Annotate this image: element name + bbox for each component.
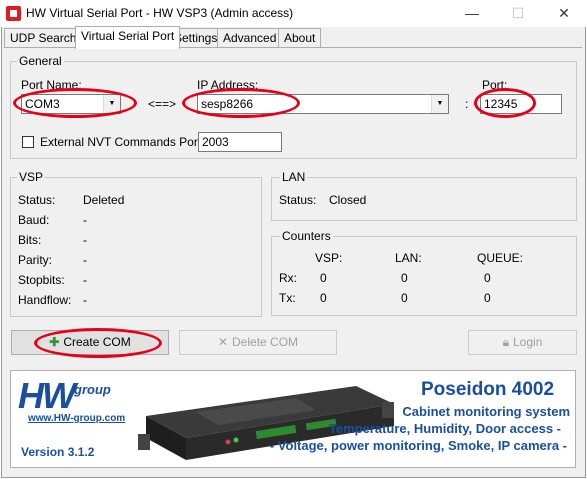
vsp-handflow-label: Handflow:	[18, 293, 72, 307]
vsp-status-value: Deleted	[83, 193, 125, 207]
vsp-legend: VSP	[17, 170, 46, 184]
product-line-3: - Voltage, power monitoring, Smoke, IP c…	[269, 438, 567, 453]
port-name-label: Port Name:	[21, 78, 82, 92]
hw-logo-group: group	[74, 382, 111, 397]
counters-header-lan: LAN:	[395, 251, 422, 265]
advert-banner[interactable]: HW group www.HW-group.com Version 3.1.2 …	[10, 370, 576, 468]
port-label: Port:	[482, 78, 508, 92]
counters-group	[271, 236, 577, 316]
vsp-bits-label: Bits:	[18, 233, 42, 247]
port-input[interactable]: 12345	[480, 94, 562, 114]
ip-address-value: sesp8266	[201, 97, 254, 111]
vsp-stopbits-value: -	[83, 273, 87, 287]
person-add-icon: ✚	[49, 335, 60, 349]
port-name-combo[interactable]: COM3 ▼	[21, 94, 121, 114]
tab-virtual-serial-port[interactable]: Virtual Serial Port	[75, 26, 181, 49]
vsp-parity-value: -	[83, 253, 87, 267]
counters-tx-vsp: 0	[320, 291, 327, 305]
tab-advanced[interactable]: Advanced	[217, 28, 283, 48]
close-button[interactable]: ✕	[541, 0, 587, 27]
tab-udp-search[interactable]: UDP Search	[4, 28, 83, 48]
counters-header-vsp: VSP:	[315, 251, 343, 265]
chevron-down-icon[interactable]: ▼	[103, 95, 120, 113]
lock-icon: 🔒︎	[502, 335, 509, 349]
vsp-handflow-value: -	[83, 293, 87, 307]
hw-logo-letters: HW	[18, 375, 76, 416]
minimize-button[interactable]: —	[449, 0, 495, 27]
counters-rx-lan: 0	[401, 271, 408, 285]
title-bar[interactable]: HW Virtual Serial Port - HW VSP3 (Admin …	[0, 0, 587, 27]
lan-status-label: Status:	[279, 193, 317, 207]
app-icon	[6, 6, 21, 21]
delete-x-icon: ✕	[217, 335, 229, 349]
port-name-value: COM3	[25, 97, 60, 111]
delete-com-button[interactable]: ✕ Delete COM	[179, 330, 337, 355]
ip-address-label: IP Address:	[197, 78, 259, 92]
vsp-status-label: Status:	[18, 193, 56, 207]
port-colon: :	[465, 97, 469, 111]
lan-group	[271, 177, 577, 221]
nvt-checkbox[interactable]	[22, 136, 34, 148]
window-title: HW Virtual Serial Port - HW VSP3 (Admin …	[26, 6, 294, 20]
product-title: Poseidon 4002	[421, 379, 555, 400]
counters-rx-queue: 0	[484, 271, 491, 285]
vsp-stopbits-label: Stopbits:	[18, 273, 65, 287]
delete-com-label: Delete COM	[232, 335, 299, 349]
counters-rx-label: Rx:	[279, 271, 297, 285]
counters-header-queue: QUEUE:	[477, 251, 524, 265]
version-text: Version 3.1.2	[21, 445, 95, 459]
product-line-2: Temperature, Humidity, Door access -	[328, 421, 561, 436]
hw-group-logo: HW group www.HW-group.com	[18, 375, 128, 427]
counters-rx-vsp: 0	[320, 271, 327, 285]
login-button[interactable]: 🔒︎ Login	[468, 330, 577, 355]
counters-tx-label: Tx:	[279, 291, 296, 305]
maximize-button[interactable]: ☐	[495, 0, 541, 27]
vsp-baud-value: -	[83, 213, 87, 227]
create-com-label: Create COM	[63, 335, 131, 349]
lan-status-value: Closed	[329, 193, 367, 207]
nvt-port-input[interactable]: 2003	[198, 132, 282, 152]
product-line-1: Cabinet monitoring system	[402, 404, 570, 419]
counters-tx-queue: 0	[484, 291, 491, 305]
create-com-button[interactable]: ✚ Create COM	[11, 330, 169, 355]
general-legend: General	[17, 54, 64, 68]
vsp-bits-value: -	[83, 233, 87, 247]
chevron-down-icon[interactable]: ▼	[431, 95, 448, 113]
tab-about[interactable]: About	[278, 28, 322, 48]
counters-tx-lan: 0	[401, 291, 408, 305]
hw-logo-url: www.HW-group.com	[28, 413, 126, 424]
link-arrow: <==>	[148, 97, 177, 111]
nvt-label: External NVT Commands Port:	[40, 135, 205, 149]
lan-legend: LAN	[280, 170, 308, 184]
counters-legend: Counters	[280, 229, 333, 243]
vsp-parity-label: Parity:	[18, 253, 53, 267]
ip-address-combo[interactable]: sesp8266 ▼	[197, 94, 449, 114]
vsp-baud-label: Baud:	[18, 213, 50, 227]
login-label: Login	[513, 335, 543, 349]
